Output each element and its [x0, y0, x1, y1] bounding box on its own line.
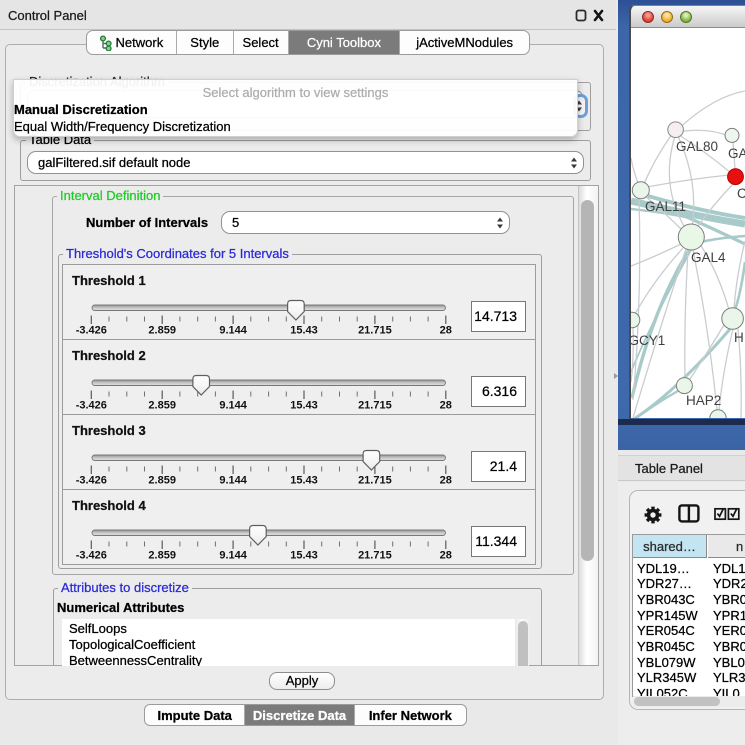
svg-text:28: 28: [440, 550, 452, 562]
svg-text:9.144: 9.144: [219, 325, 247, 337]
svg-text:21.715: 21.715: [358, 325, 392, 337]
svg-text:GCY1: GCY1: [631, 333, 665, 348]
svg-text:GAL11: GAL11: [645, 199, 686, 214]
svg-text:15.43: 15.43: [290, 475, 318, 487]
svg-text:HIS4: HIS4: [734, 330, 745, 345]
svg-text:21.715: 21.715: [358, 475, 392, 487]
svg-text:-3.426: -3.426: [76, 400, 107, 412]
svg-text:2.859: 2.859: [148, 475, 176, 487]
svg-text:2.859: 2.859: [148, 400, 176, 412]
svg-text:HAP2: HAP2: [686, 393, 721, 408]
svg-text:2.859: 2.859: [148, 325, 176, 337]
svg-text:28: 28: [440, 475, 452, 487]
svg-text:-3.426: -3.426: [76, 475, 107, 487]
svg-text:15.43: 15.43: [290, 400, 318, 412]
svg-text:-3.426: -3.426: [76, 550, 107, 562]
svg-text:28: 28: [440, 400, 452, 412]
svg-text:15.43: 15.43: [290, 550, 318, 562]
svg-text:9.144: 9.144: [219, 475, 247, 487]
svg-text:21.715: 21.715: [358, 400, 392, 412]
svg-text:21.715: 21.715: [358, 550, 392, 562]
svg-text:15.43: 15.43: [290, 325, 318, 337]
svg-text:28: 28: [440, 325, 452, 337]
svg-text:CYC8: CYC8: [737, 186, 745, 201]
svg-text:-3.426: -3.426: [76, 325, 107, 337]
svg-text:GAL2: GAL2: [728, 146, 745, 161]
svg-text:9.144: 9.144: [219, 550, 247, 562]
svg-text:GAL4: GAL4: [691, 250, 726, 265]
svg-text:2.859: 2.859: [148, 550, 176, 562]
svg-text:9.144: 9.144: [219, 400, 247, 412]
svg-text:GAL80: GAL80: [676, 139, 718, 154]
